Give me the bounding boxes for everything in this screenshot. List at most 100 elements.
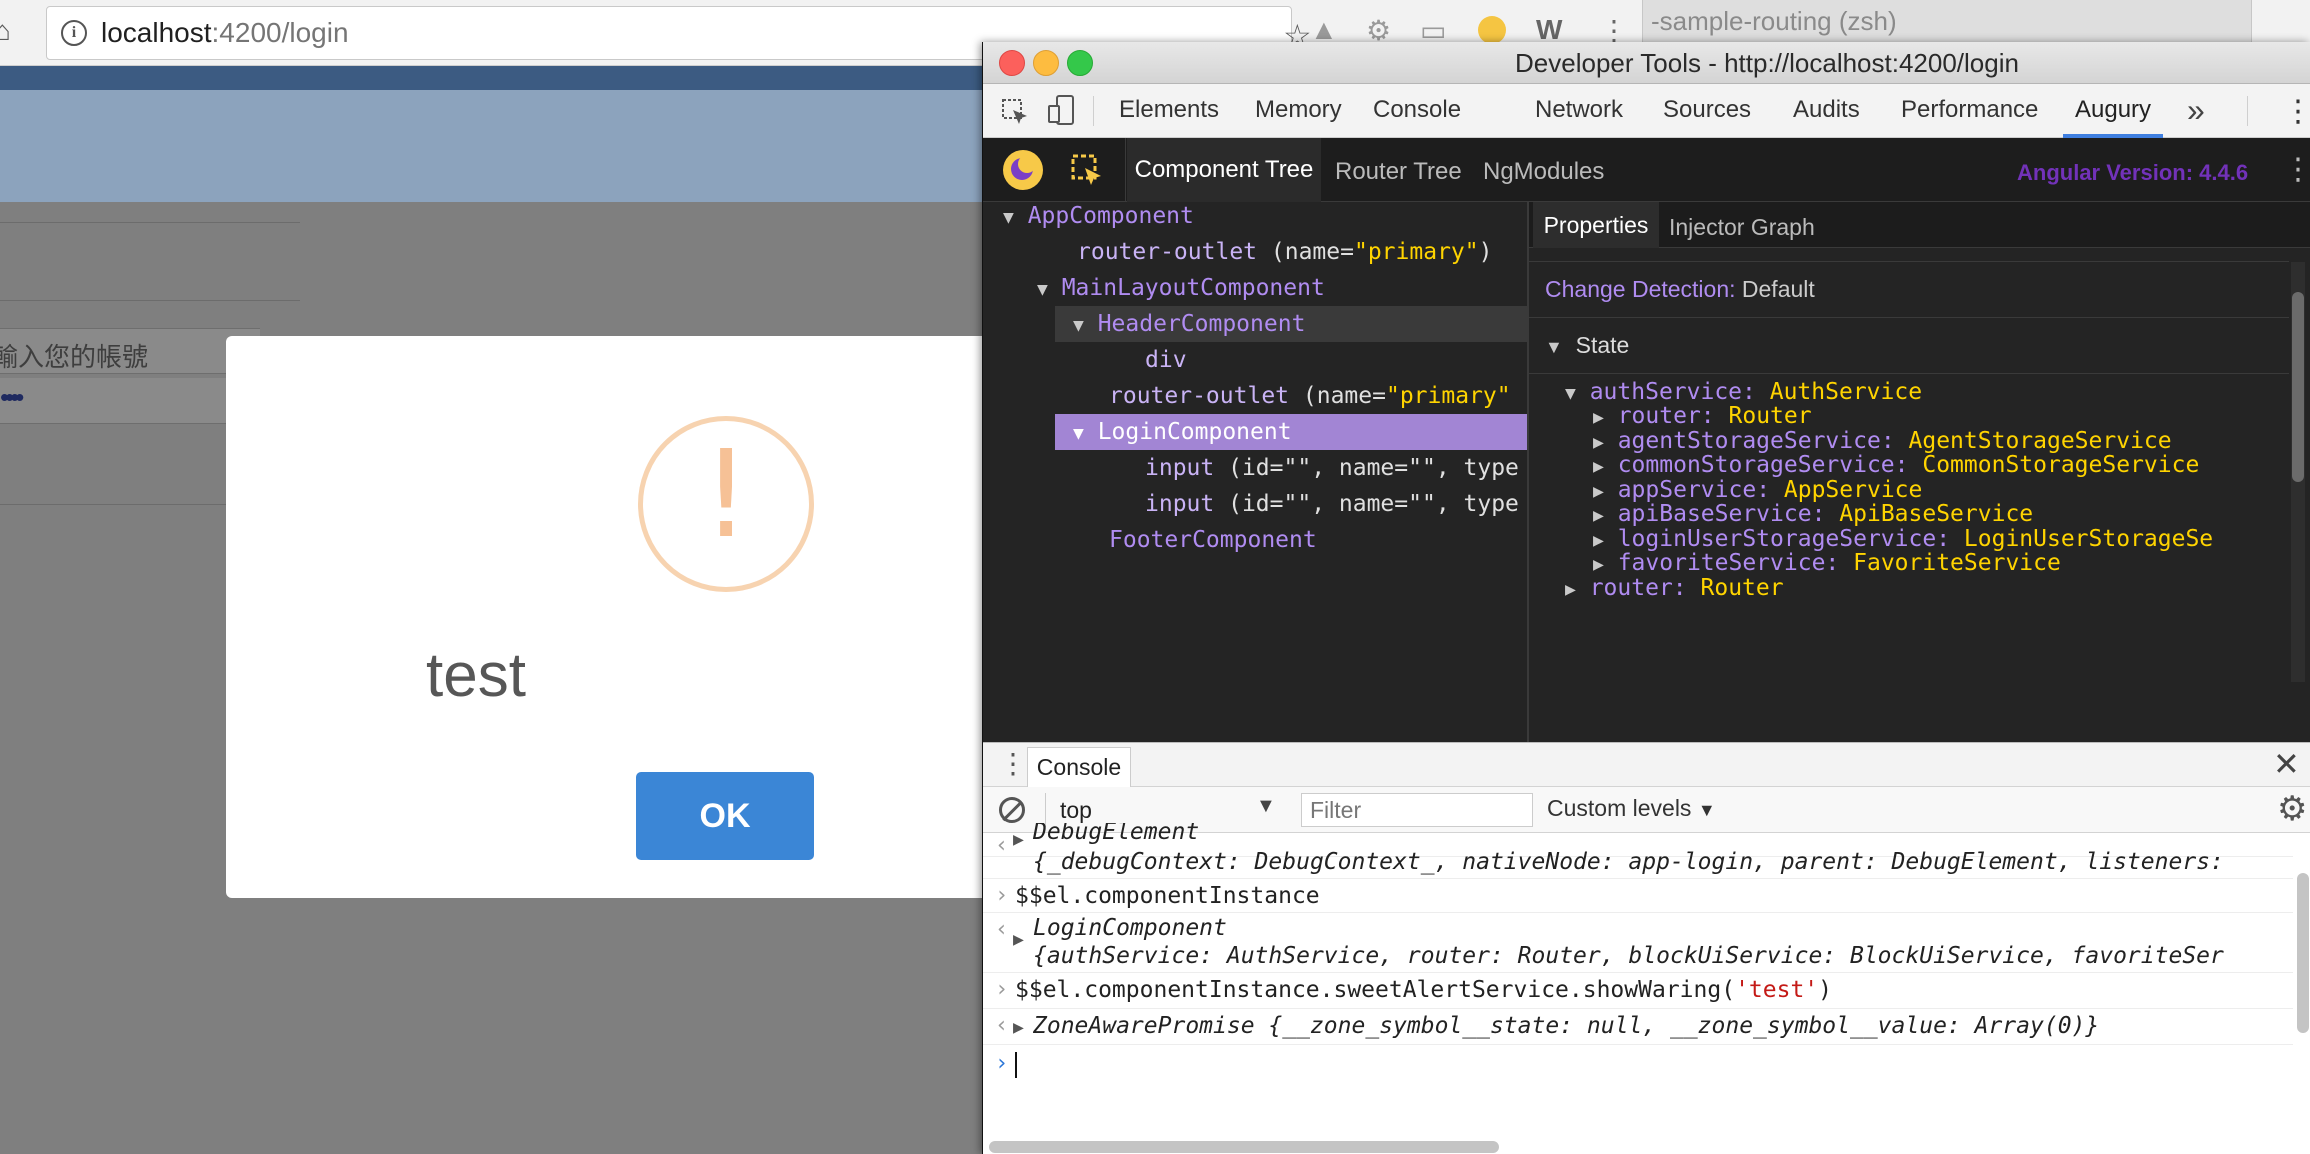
expand-triangle-icon[interactable]: ▼ [1565, 383, 1576, 404]
account-field[interactable]: 輸入您的帳號 [0, 328, 260, 374]
url-path: :4200/login [211, 17, 349, 48]
properties-scrollbar[interactable] [2292, 292, 2304, 482]
tree-node[interactable]: div [1145, 342, 1187, 378]
devtools-tab-bar: Elements Memory Console Network Sources … [983, 84, 2310, 138]
devtools-menu-icon[interactable]: ⋮ [2283, 94, 2310, 129]
tree-node[interactable]: ▼ AppComponent [1003, 198, 1194, 234]
expand-triangle-icon[interactable]: ▶ [1013, 1017, 1024, 1038]
properties-panel: Properties Injector Graph Change Detecti… [1529, 202, 2310, 742]
console-object-preview: ZoneAwarePromise {__zone_symbol__state: … [1033, 1013, 2100, 1039]
tab-augury[interactable]: Augury [2075, 96, 2151, 124]
tree-node[interactable]: router-outlet (name="primary" [1109, 378, 1511, 414]
console-drawer: ⋮ Console ✕ top ▼ Custom levels ▼ ⚙ ‹ [983, 742, 2310, 1154]
expand-triangle-icon[interactable]: ▶ [1565, 579, 1576, 600]
password-field[interactable]: •••• [0, 378, 260, 424]
devtools-titlebar: Developer Tools - http://localhost:4200/… [983, 42, 2310, 84]
augury-extension-icon[interactable] [1478, 16, 1506, 44]
tab-audits[interactable]: Audits [1793, 96, 1860, 124]
clear-slash [1002, 800, 1023, 822]
tab-ngmodules[interactable]: NgModules [1483, 158, 1604, 186]
console-object-label: LoginComponent [1033, 915, 1227, 941]
console-result[interactable]: ‹ ▶ LoginComponent {authService: AuthSer… [983, 913, 2293, 973]
console-string-arg: 'test' [1735, 977, 1819, 1003]
log-levels-dropdown[interactable]: Custom levels ▼ [1547, 795, 1716, 822]
device-toolbar-icon[interactable] [1047, 94, 1077, 126]
levels-label: Custom levels [1547, 795, 1692, 821]
expand-triangle-icon[interactable]: ▼ [1073, 315, 1084, 336]
augury-menu-icon[interactable]: ⋮ [2283, 152, 2310, 187]
expand-triangle-icon[interactable]: ▼ [1073, 423, 1084, 444]
tree-node-attr-value: "primary" [1385, 383, 1511, 409]
drawer-menu-icon[interactable]: ⋮ [999, 747, 1027, 780]
tree-node-label: router-outlet [1109, 383, 1290, 409]
tab-elements[interactable]: Elements [1119, 96, 1219, 124]
select-component-icon[interactable] [1069, 152, 1105, 188]
tree-node[interactable]: ▼ HeaderComponent [1073, 306, 1305, 342]
console-object-label: DebugElement [1033, 823, 1200, 845]
console-result[interactable]: ‹ ▶ ZoneAwarePromise {__zone_symbol__sta… [983, 1009, 2293, 1045]
tree-node[interactable]: ▼ MainLayoutComponent [1037, 270, 1325, 306]
prompt-chevron-icon: › [995, 883, 1009, 908]
inspect-element-icon[interactable] [1001, 98, 1029, 126]
console-command: › $$el.componentInstance.sweetAlertServi… [983, 973, 2293, 1009]
expand-triangle-icon[interactable]: ▼ [1003, 207, 1014, 228]
info-icon[interactable]: i [61, 20, 87, 46]
tree-node[interactable]: router-outlet (name="primary") [1077, 234, 1492, 270]
tab-properties[interactable]: Properties [1533, 202, 1659, 248]
change-detection-label: Change Detection: Default [1545, 276, 1815, 303]
expand-triangle-icon[interactable]: ▶ [1013, 929, 1024, 950]
console-entry[interactable]: {_debugContext: DebugContext_, nativeNod… [983, 849, 2293, 879]
close-drawer-icon[interactable]: ✕ [2273, 745, 2300, 783]
clipped-row [1529, 248, 2289, 262]
page-header [0, 90, 990, 202]
url-host: localhost [101, 17, 212, 48]
tree-node-label: AppComponent [1027, 203, 1194, 229]
tree-node-label: div [1145, 347, 1187, 373]
console-command-suffix: ) [1818, 977, 1833, 1003]
console-input[interactable] [1015, 1051, 1017, 1078]
page-top-strip [0, 66, 990, 90]
tree-node-attr-value: "primary" [1353, 239, 1479, 265]
tree-node[interactable]: input (id="", name="", type [1145, 450, 1519, 486]
tree-node[interactable]: input (id="", name="", type [1145, 486, 1519, 522]
tab-router-tree[interactable]: Router Tree [1335, 158, 1462, 186]
tree-node[interactable]: FooterComponent [1109, 522, 1317, 558]
expand-triangle-icon[interactable]: ▶ [1013, 829, 1024, 850]
state-prop[interactable]: ▶ router: Router [1565, 570, 1784, 606]
console-prompt[interactable]: › [983, 1045, 2293, 1087]
tab-component-tree[interactable]: Component Tree [1127, 138, 1321, 202]
devtools-title: Developer Tools - http://localhost:4200/… [1515, 48, 2019, 78]
tab-performance[interactable]: Performance [1901, 96, 2038, 124]
cd-key: Change Detection: [1545, 276, 1736, 302]
expand-triangle-icon[interactable]: ▼ [1037, 279, 1048, 300]
console-horizontal-scrollbar[interactable] [989, 1141, 1499, 1153]
result-arrow-icon: ‹ [995, 1013, 1009, 1038]
home-icon[interactable]: ⌂ [0, 16, 24, 46]
tab-memory[interactable]: Memory [1255, 96, 1342, 124]
ok-button[interactable]: OK [636, 772, 814, 860]
tab-injector-graph[interactable]: Injector Graph [1669, 214, 1815, 241]
state-section-header[interactable]: ▼ State [1529, 318, 2289, 374]
tree-node-label: input [1145, 491, 1215, 517]
account-placeholder: 輸入您的帳號 [0, 342, 149, 372]
context-select[interactable]: top ▼ [1045, 793, 1285, 827]
console-filter-input[interactable] [1301, 793, 1533, 827]
dropdown-arrow-icon: ▼ [1697, 800, 1716, 820]
console-vertical-scrollbar[interactable] [2297, 873, 2309, 1033]
tree-node-attr: name [1284, 239, 1341, 265]
tree-node-selected[interactable]: ▼ LoginComponent [1073, 414, 1292, 450]
console-output: ‹ ▶ DebugElement {_debugContext: DebugCo… [983, 823, 2310, 1154]
prompt-chevron-icon: › [995, 1051, 1009, 1076]
expand-triangle-icon[interactable]: ▼ [1545, 337, 1563, 357]
tab-network[interactable]: Network [1535, 96, 1623, 124]
clear-console-icon[interactable] [999, 797, 1025, 823]
drawer-tab-bar: ⋮ Console ✕ [983, 743, 2310, 787]
tab-console[interactable]: Console [1373, 96, 1461, 124]
tree-node-args: (id="", name="", type [1228, 455, 1519, 481]
drawer-tab-console[interactable]: Console [1027, 747, 1131, 787]
angular-version-label: Angular Version: 4.4.6 [2017, 160, 2249, 185]
console-command: › $$el.componentInstance [983, 879, 2293, 913]
url-text[interactable]: localhost:4200/login [101, 17, 349, 49]
tab-sources[interactable]: Sources [1663, 96, 1751, 124]
more-tabs-icon[interactable]: » [2187, 92, 2205, 129]
